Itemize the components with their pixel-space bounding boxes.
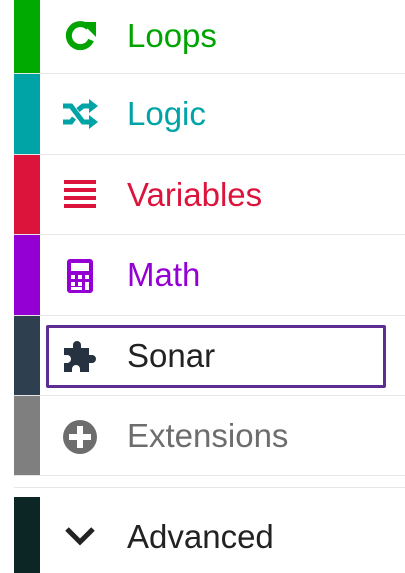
category-color-bar — [14, 235, 40, 315]
divider — [14, 487, 405, 488]
category-label: Sonar — [127, 337, 216, 374]
category-loops[interactable]: Loops — [14, 0, 405, 74]
logic-icon — [58, 92, 102, 136]
category-color-bar — [14, 74, 40, 154]
category-extensions[interactable]: Extensions — [14, 396, 405, 476]
category-color-bar — [14, 316, 40, 395]
category-color-bar — [14, 396, 40, 475]
category-logic[interactable]: Logic — [14, 74, 405, 155]
category-label: Logic — [127, 95, 206, 132]
chevron-down-icon — [58, 514, 102, 558]
category-label: Math — [127, 256, 201, 293]
category-label: Variables — [127, 176, 263, 213]
loops-icon — [58, 14, 102, 58]
category-label: Loops — [127, 17, 217, 54]
category-color-bar — [14, 155, 40, 234]
category-math[interactable]: Math — [14, 235, 405, 316]
category-advanced[interactable]: Advanced — [14, 497, 405, 573]
math-icon — [58, 254, 102, 298]
category-sonar[interactable]: Sonar — [14, 316, 405, 396]
category-label: Advanced — [127, 518, 274, 555]
category-color-bar — [14, 0, 40, 73]
category-label: Extensions — [127, 417, 289, 454]
variables-icon — [58, 173, 102, 217]
plus-circle-icon — [58, 415, 102, 459]
category-variables[interactable]: Variables — [14, 155, 405, 235]
category-color-bar — [14, 497, 40, 573]
puzzle-icon — [58, 334, 102, 378]
